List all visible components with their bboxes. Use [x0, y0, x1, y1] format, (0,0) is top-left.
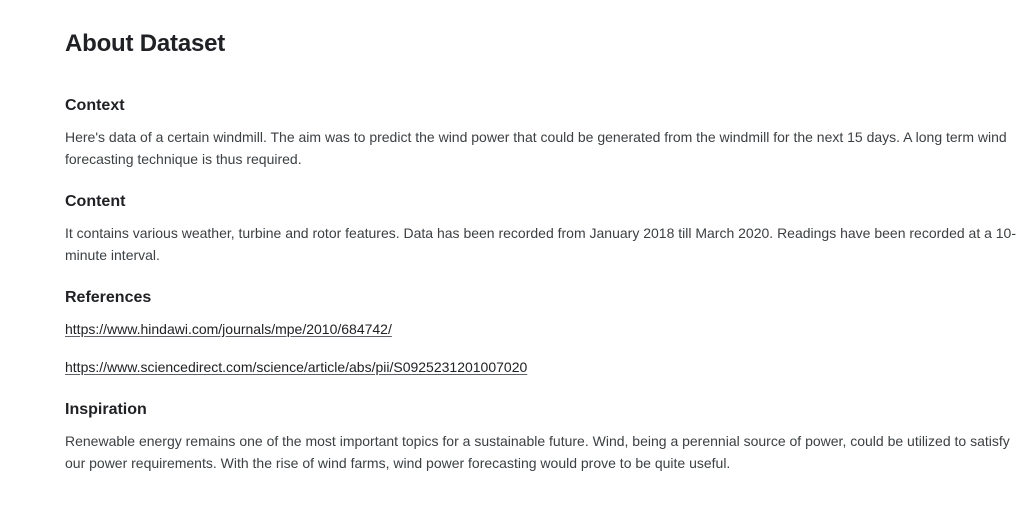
inspiration-body: Renewable energy remains one of the most…	[65, 433, 1010, 471]
page-title: About Dataset	[65, 30, 226, 57]
context-body: Here's data of a certain windmill. The a…	[65, 129, 1007, 167]
references-heading: References	[65, 289, 152, 306]
reference-link-sciencedirect[interactable]: https://www.sciencedirect.com/science/ar…	[65, 357, 527, 377]
content-heading: Content	[65, 193, 126, 210]
inspiration-heading: Inspiration	[65, 401, 147, 418]
context-heading: Context	[65, 97, 125, 114]
content-body: It contains various weather, turbine and…	[65, 225, 1016, 263]
about-dataset-panel: About Dataset Context Here's data of a c…	[0, 0, 1016, 517]
reference-link-hindawi[interactable]: https://www.hindawi.com/journals/mpe/201…	[65, 319, 392, 339]
